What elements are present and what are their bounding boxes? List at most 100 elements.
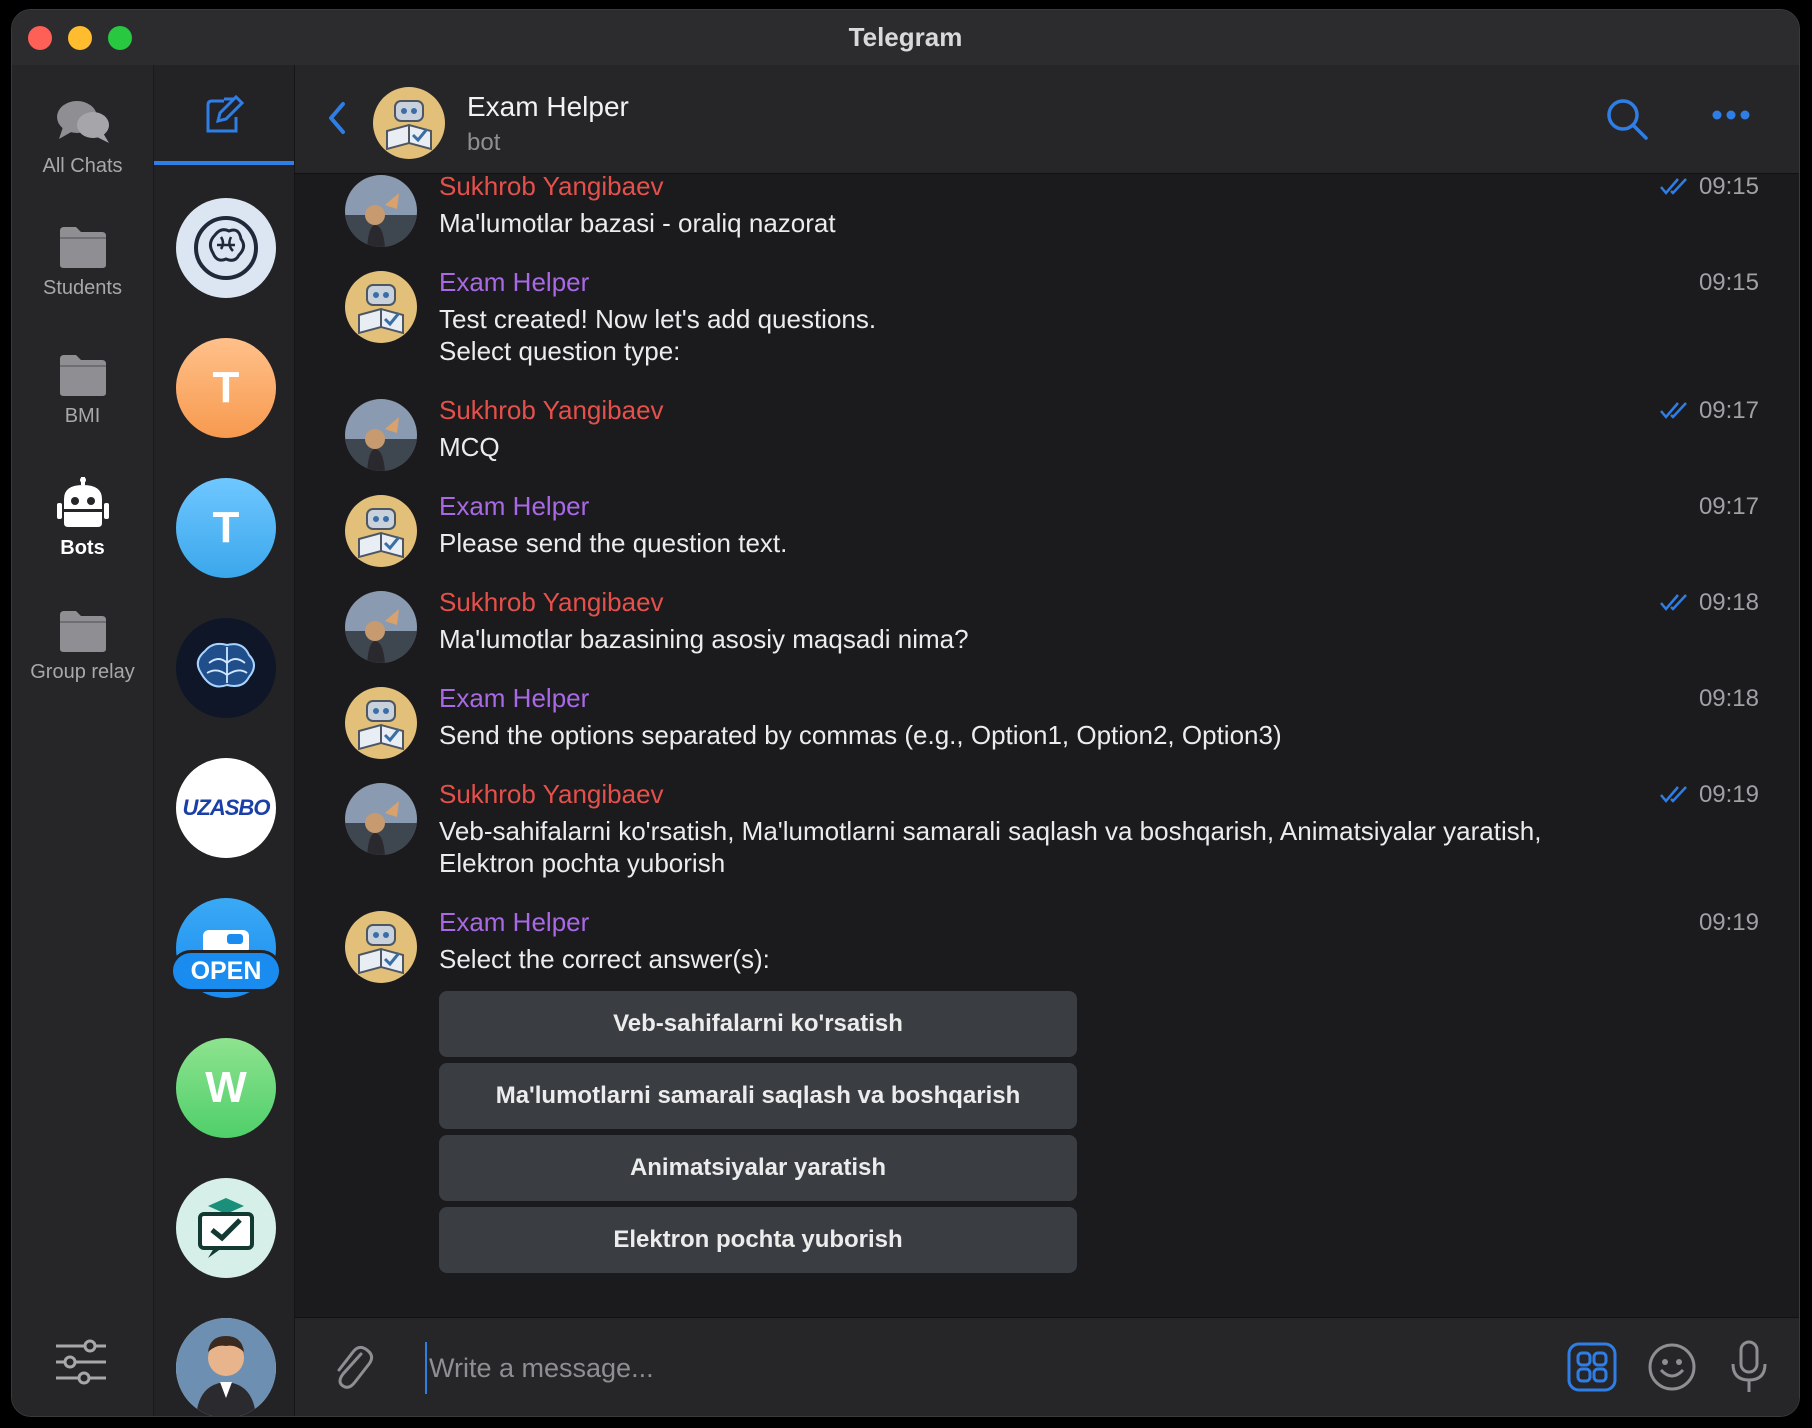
user-avatar[interactable] — [345, 783, 417, 855]
folder-students[interactable]: Students — [12, 225, 153, 300]
message-sender[interactable]: Sukhrob Yangibaev — [439, 587, 664, 618]
bot-avatar[interactable] — [345, 495, 417, 567]
folder-label: All Chats — [42, 155, 123, 177]
inline-keyboard-button[interactable]: Animatsiyalar yaratish — [439, 1135, 1077, 1201]
message-composer — [295, 1317, 1799, 1416]
double-check-icon — [1660, 786, 1687, 803]
open-avatar[interactable]: OPEN — [170, 898, 282, 998]
chat-title: Exam Helper — [467, 91, 629, 122]
user-avatar[interactable] — [345, 175, 417, 247]
folder-icon — [59, 611, 106, 652]
green-w-avatar[interactable]: W — [176, 1038, 276, 1138]
folder-icon — [59, 355, 106, 396]
message-list: Sukhrob Yangibaev Ma'lumotlar bazasi - o… — [295, 173, 1799, 1318]
search-icon[interactable] — [1605, 97, 1649, 141]
double-check-icon — [1660, 402, 1687, 419]
bot-icon — [56, 477, 109, 527]
message-text: Ma'lumotlar bazasi - oraliq nazorat — [439, 208, 836, 238]
message-text: Ma'lumotlar bazasining asosiy maqsadi ni… — [439, 624, 969, 654]
message-line: Test created! Now let's add questions. — [439, 304, 877, 334]
message-text: Select the correct answer(s): — [439, 944, 770, 974]
folder-group-relay[interactable]: Group relay — [12, 609, 153, 684]
compose-tab[interactable] — [154, 65, 294, 165]
title-bar: Telegram — [12, 10, 1799, 65]
message-line: Veb-sahifalarni ko'rsatish, Ma'lumotlarn… — [439, 816, 1542, 846]
folder-label: Bots — [60, 537, 105, 559]
orange-t-avatar[interactable]: T — [176, 338, 276, 438]
folder-bmi[interactable]: BMI — [12, 353, 153, 428]
avatar-letter: T — [212, 503, 240, 552]
robot-book-icon — [373, 87, 445, 159]
bot-menu-icon[interactable] — [1567, 1342, 1617, 1392]
message-text: Send the options separated by commas (e.… — [439, 720, 1282, 750]
message-sender[interactable]: Exam Helper — [439, 683, 589, 714]
message-time: 09:17 — [1698, 493, 1759, 520]
inline-keyboard-button[interactable]: Ma'lumotlarni samarali saqlash va boshqa… — [439, 1063, 1077, 1129]
emoji-icon[interactable] — [1647, 1342, 1697, 1392]
avatar-letter: W — [205, 1063, 247, 1112]
message-text: Test created! Now let's add questions. S… — [439, 303, 1599, 367]
message-time: 09:19 — [1698, 781, 1759, 808]
blue-t-avatar[interactable]: T — [176, 478, 276, 578]
graduation-check-icon — [198, 1198, 254, 1258]
double-check-icon — [1660, 594, 1687, 611]
back-chevron-icon[interactable] — [325, 100, 349, 136]
chat-header: Exam Helper bot — [295, 65, 1799, 174]
bot-avatar[interactable] — [373, 87, 445, 159]
message-time: 09:17 — [1698, 397, 1759, 424]
microphone-icon[interactable] — [1729, 1340, 1769, 1394]
close-window-button[interactable] — [28, 26, 52, 50]
folder-all-chats[interactable]: All Chats — [12, 97, 153, 178]
message-sender[interactable]: Sukhrob Yangibaev — [439, 395, 664, 426]
minimize-window-button[interactable] — [68, 26, 92, 50]
message-sender[interactable]: Exam Helper — [439, 491, 589, 522]
folder-sidebar: All Chats Students BMI Bots Group relay — [12, 65, 154, 1416]
more-dots-icon[interactable] — [1711, 109, 1751, 121]
avatar-letter: T — [212, 363, 240, 412]
person-avatar[interactable] — [176, 1318, 276, 1416]
message-line: Select question type: — [439, 336, 681, 366]
sliders-icon[interactable] — [54, 1338, 108, 1386]
exam-check-avatar[interactable] — [176, 1178, 276, 1278]
cartoon-man-icon — [176, 1318, 276, 1416]
window-title: Telegram — [848, 22, 963, 52]
message-sender[interactable]: Sukhrob Yangibaev — [439, 779, 664, 810]
double-check-icon — [1660, 178, 1687, 195]
message-text: MCQ — [439, 432, 500, 462]
folder-label: BMI — [64, 405, 101, 427]
message-sender[interactable]: Exam Helper — [439, 267, 589, 298]
uzasbo-avatar[interactable]: UZASBO — [176, 758, 276, 858]
message-time: 09:18 — [1698, 589, 1759, 616]
message-line: Elektron pochta yuborish — [439, 848, 726, 878]
zoom-window-button[interactable] — [108, 26, 132, 50]
message-time: 09:15 — [1698, 173, 1759, 200]
folder-icon — [59, 227, 106, 268]
brain-blue-avatar[interactable] — [176, 618, 276, 718]
bot-avatar[interactable] — [345, 271, 417, 343]
open-badge: OPEN — [170, 950, 282, 992]
message-sender[interactable]: Sukhrob Yangibaev — [439, 173, 664, 202]
message-sender[interactable]: Exam Helper — [439, 907, 589, 938]
user-avatar[interactable] — [345, 399, 417, 471]
message-input[interactable] — [425, 1342, 1331, 1394]
chat-list: T T UZASBO OPEN W — [154, 65, 295, 1416]
avatar-letter: UZASBO — [182, 795, 271, 820]
chat-status: bot — [467, 129, 501, 156]
bot-avatar[interactable] — [345, 911, 417, 983]
chats-icon — [56, 101, 109, 143]
brain-line-avatar[interactable] — [176, 198, 276, 298]
message-text: Please send the question text. — [439, 528, 788, 558]
inline-keyboard-button[interactable]: Elektron pochta yuborish — [439, 1207, 1077, 1273]
message-time: 09:19 — [1698, 909, 1759, 936]
brain-glow-icon — [196, 642, 255, 688]
message-time: 09:18 — [1698, 685, 1759, 712]
folder-bots[interactable]: Bots — [12, 477, 153, 560]
message-time: 09:15 — [1698, 269, 1759, 296]
inline-keyboard-button[interactable]: Veb-sahifalarni ko'rsatish — [439, 991, 1077, 1057]
message-text: Veb-sahifalarni ko'rsatish, Ma'lumotlarn… — [439, 815, 1599, 879]
folder-label: Group relay — [30, 661, 135, 683]
compose-icon[interactable] — [204, 95, 244, 135]
paperclip-icon[interactable] — [331, 1344, 375, 1392]
user-avatar[interactable] — [345, 591, 417, 663]
bot-avatar[interactable] — [345, 687, 417, 759]
